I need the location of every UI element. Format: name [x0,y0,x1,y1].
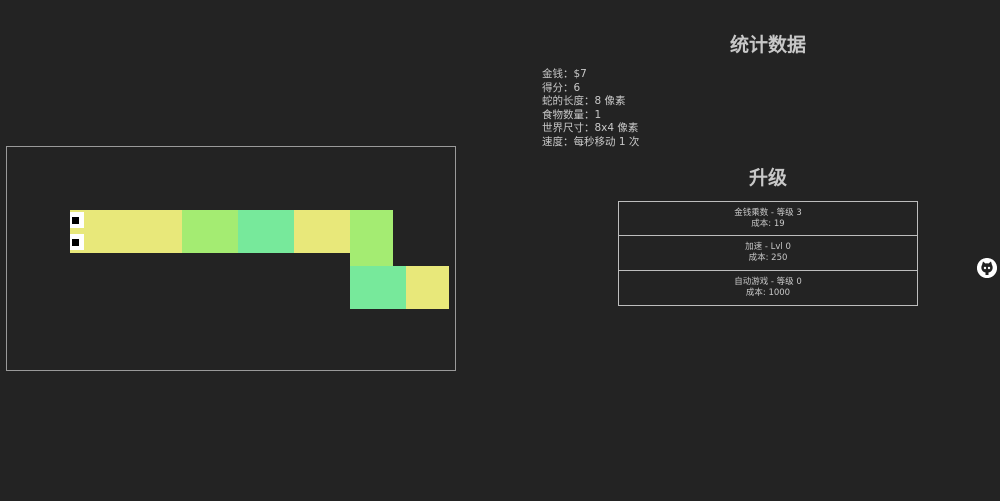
upgrades-title: 升级 [748,167,787,189]
snake-segment [350,266,406,309]
snake-segment [238,210,294,253]
snake-segment [294,210,350,253]
stat-speed: 速度：每秒移动 1 次 [542,135,640,148]
snake-segment [350,210,393,266]
snake-segment [182,210,238,253]
upgrade-name: 自动游戏 - 等级 0 [734,277,802,287]
stat-food-count: 食物数量：1 [542,108,602,121]
stat-score: 得分：6 [542,81,581,94]
github-octocat-icon[interactable] [977,258,997,278]
stats-title: 统计数据 [729,34,806,56]
stat-snake-length: 蛇的长度：8 像素 [542,95,626,107]
snake-segment [406,266,449,309]
stat-world-size: 世界尺寸：8x4 像素 [542,122,639,134]
upgrade-name: 金钱乘数 - 等级 3 [734,207,802,218]
upgrades-list: 金钱乘数 - 等级 3 成本: 19 加速 - Lvl 0 成本: 250 自动… [618,201,918,306]
game-canvas [70,210,449,309]
game-board[interactable] [6,146,456,371]
snake-segment [126,210,182,253]
upgrade-cost: 成本: 250 [748,253,788,263]
stat-money: 金钱：$7 [542,68,587,80]
upgrade-name: 加速 - Lvl 0 [745,242,791,252]
snake-pupil [72,217,79,224]
stats-list: 金钱：$7 得分：6 蛇的长度：8 像素 食物数量：1 世界尺寸：8x4 像素 … [542,68,639,149]
upgrade-autoplay-button[interactable]: 自动游戏 - 等级 0 成本: 1000 [618,270,918,306]
upgrade-cost: 成本: 19 [751,218,785,229]
snake-pupil [72,239,79,246]
upgrade-speed-button[interactable]: 加速 - Lvl 0 成本: 250 [618,235,918,271]
upgrade-money-multiplier-button[interactable]: 金钱乘数 - 等级 3 成本: 19 [618,201,918,236]
upgrade-cost: 成本: 1000 [745,288,791,298]
octocat-glyph [977,258,997,278]
